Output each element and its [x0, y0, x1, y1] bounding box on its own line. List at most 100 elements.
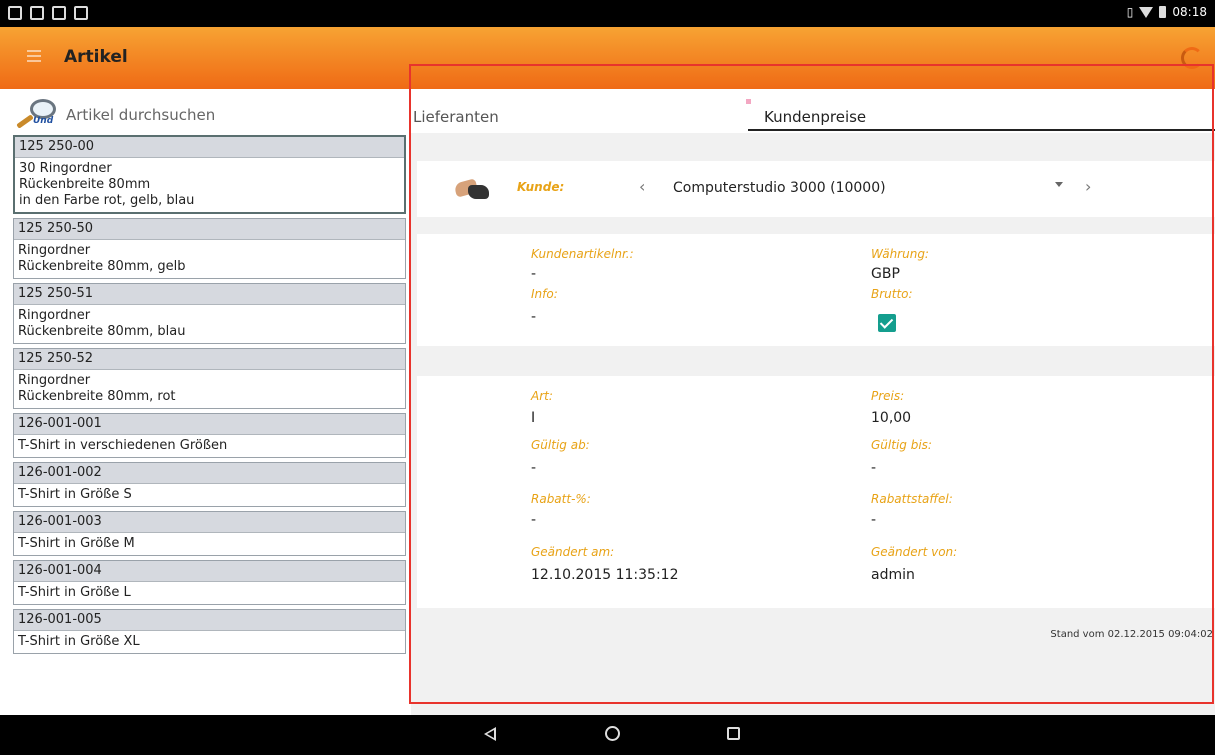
menu-icon[interactable]	[27, 50, 41, 64]
pricing-card: Art: I Preis: 10,00 Gültig ab: - Gültig …	[417, 376, 1215, 608]
description-line: T-Shirt in Größe L	[18, 585, 131, 600]
description-line: T-Shirt in Größe M	[18, 536, 135, 551]
list-item[interactable]: 126-001-005 T-Shirt in Größe XL	[13, 609, 406, 654]
brutto-label: Brutto:	[871, 287, 913, 301]
customer-label: Kunde:	[517, 180, 565, 194]
rabattstaffel-label: Rabattstaffel:	[871, 492, 953, 506]
handshake-icon	[453, 177, 489, 201]
article-description: T-Shirt in Größe L	[14, 582, 405, 604]
notification-icons	[8, 6, 88, 20]
article-description: T-Shirt in Größe XL	[14, 631, 405, 653]
brutto-checkbox[interactable]	[878, 314, 896, 332]
gueltig-ab-value: -	[531, 460, 537, 476]
list-item[interactable]: 126-001-004 T-Shirt in Größe L	[13, 560, 406, 605]
kundenartikelnr-label: Kundenartikelnr.:	[531, 247, 634, 261]
preis-value: 10,00	[871, 410, 912, 426]
article-description: T-Shirt in verschiedenen Größen	[14, 435, 405, 457]
tab-kundenpreise[interactable]: Kundenpreise	[764, 108, 866, 126]
gueltig-bis-label: Gültig bis:	[871, 438, 932, 452]
timestamp-footer: Stand vom 02.12.2015 09:04:02	[1050, 629, 1213, 640]
list-item[interactable]: 126-001-002 T-Shirt in Größe S	[13, 462, 406, 507]
description-line: Ringordner	[18, 308, 91, 323]
search-icon[interactable]: Und	[12, 97, 62, 133]
waehrung-label: Währung:	[871, 247, 929, 261]
description-line: T-Shirt in Größe S	[18, 487, 132, 502]
article-number: 125 250-00	[15, 137, 404, 158]
list-item[interactable]: 126-001-003 T-Shirt in Größe M	[13, 511, 406, 556]
tab-bar: Lieferanten Kundenpreise	[411, 89, 1215, 133]
description-line: T-Shirt in verschiedenen Größen	[18, 438, 228, 453]
geaendert-von-value: admin	[871, 567, 915, 583]
article-number: 125 250-52	[14, 349, 405, 370]
article-description: Ringordner Rückenbreite 80mm, blau	[14, 305, 405, 343]
wifi-icon	[1139, 6, 1154, 18]
navigation-bar	[0, 715, 1215, 755]
detail-panel: Lieferanten Kundenpreise Kunde: ‹ Comput…	[411, 89, 1215, 715]
search-input[interactable]: Artikel durchsuchen	[66, 106, 215, 124]
rabatt-value: -	[531, 512, 537, 528]
back-icon[interactable]	[484, 727, 496, 741]
rabattstaffel-value: -	[871, 512, 877, 528]
article-list-panel: Und Artikel durchsuchen 125 250-00 30 Ri…	[0, 89, 410, 715]
article-number: 125 250-51	[14, 284, 405, 305]
art-value: I	[531, 410, 536, 426]
geaendert-am-label: Geändert am:	[531, 545, 615, 559]
article-number: 126-001-001	[14, 414, 405, 435]
list-item[interactable]: 126-001-001 T-Shirt in verschiedenen Grö…	[13, 413, 406, 458]
tab-lieferanten[interactable]: Lieferanten	[413, 108, 499, 126]
vibrate-icon: ▯	[1126, 5, 1134, 19]
description-line: 30 Ringordner	[19, 161, 112, 176]
list-item[interactable]: 125 250-52 Ringordner Rückenbreite 80mm,…	[13, 348, 406, 409]
geaendert-von-label: Geändert von:	[871, 545, 958, 559]
info-value: -	[531, 309, 537, 325]
shopping-bag-icon	[52, 6, 66, 20]
tab-underline	[748, 129, 1215, 131]
description-line: T-Shirt in Größe XL	[18, 634, 140, 649]
next-customer-icon[interactable]: ›	[1085, 177, 1091, 196]
status-right: ▯ 08:18	[1127, 5, 1207, 19]
list-item[interactable]: 125 250-00 30 Ringordner Rückenbreite 80…	[13, 135, 406, 214]
description-line: Rückenbreite 80mm, gelb	[18, 259, 186, 274]
geaendert-am-value: 12.10.2015 11:35:12	[531, 567, 679, 583]
description-line: Ringordner	[18, 373, 91, 388]
description-line: Rückenbreite 80mm	[19, 177, 151, 192]
shopping-bag-icon-2	[74, 6, 88, 20]
description-line: Ringordner	[18, 243, 91, 258]
status-bar: ▯ 08:18	[0, 0, 1215, 27]
info-label: Info:	[531, 287, 558, 301]
previous-customer-icon[interactable]: ‹	[639, 177, 645, 196]
gueltig-ab-label: Gültig ab:	[531, 438, 590, 452]
recent-apps-icon[interactable]	[727, 727, 740, 740]
home-icon[interactable]	[605, 726, 620, 741]
gallery-icon	[8, 6, 22, 20]
app-screen: ▯ 08:18 Artikel Und Artikel durchsuchen …	[0, 0, 1215, 755]
article-description: T-Shirt in Größe M	[14, 533, 405, 555]
customer-selector-card: Kunde: ‹ Computerstudio 3000 (10000) ›	[417, 161, 1215, 217]
article-description: Ringordner Rückenbreite 80mm, rot	[14, 370, 405, 408]
dropdown-arrow-icon[interactable]	[1055, 182, 1063, 187]
description-line: Rückenbreite 80mm, blau	[18, 324, 186, 339]
rabatt-label: Rabatt-%:	[531, 492, 591, 506]
article-description: Ringordner Rückenbreite 80mm, gelb	[14, 240, 405, 278]
battery-icon	[1159, 6, 1167, 18]
customer-dropdown[interactable]: Computerstudio 3000 (10000)	[673, 180, 886, 196]
list-item[interactable]: 125 250-51 Ringordner Rückenbreite 80mm,…	[13, 283, 406, 344]
gueltig-bis-value: -	[871, 460, 877, 476]
refresh-icon[interactable]	[1181, 47, 1203, 69]
status-time: 08:18	[1172, 5, 1207, 19]
app-bar: Artikel	[0, 27, 1215, 89]
article-number: 126-001-002	[14, 463, 405, 484]
article-description: T-Shirt in Größe S	[14, 484, 405, 506]
page-title: Artikel	[64, 47, 128, 67]
download-icon	[30, 6, 44, 20]
search-icon-label: Und	[33, 116, 54, 126]
description-line: Rückenbreite 80mm, rot	[18, 389, 176, 404]
art-label: Art:	[531, 389, 553, 403]
tab-indicator-dot	[746, 99, 751, 104]
article-list: 125 250-00 30 Ringordner Rückenbreite 80…	[13, 135, 406, 658]
article-number: 126-001-004	[14, 561, 405, 582]
search-bar[interactable]: Und Artikel durchsuchen	[12, 97, 407, 133]
article-number: 126-001-003	[14, 512, 405, 533]
article-number: 126-001-005	[14, 610, 405, 631]
list-item[interactable]: 125 250-50 Ringordner Rückenbreite 80mm,…	[13, 218, 406, 279]
